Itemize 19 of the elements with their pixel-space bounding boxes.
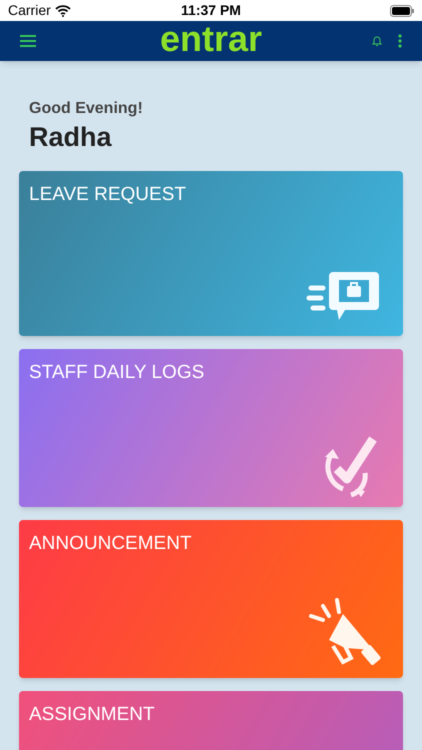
module-card[interactable]: LEAVE REQUEST: [19, 170, 403, 336]
module-card[interactable]: STAFF DAILY LOGS: [19, 348, 403, 507]
battery-icon: [390, 4, 414, 16]
wifi-icon: [54, 4, 71, 16]
module-card[interactable]: ANNOUNCEMENT: [19, 520, 403, 678]
module-card[interactable]: ASSIGNMENT: [19, 690, 403, 750]
status-time: 11:37 PM: [180, 1, 242, 20]
card-title: ASSIGNMENT: [29, 702, 156, 726]
app-logo: entrar: [158, 21, 264, 61]
user-name: Radha: [29, 121, 113, 154]
menu-icon[interactable]: [20, 34, 36, 48]
card-title: LEAVE REQUEST: [29, 182, 187, 206]
card-title: ANNOUNCEMENT: [29, 532, 193, 556]
more-options-icon[interactable]: [398, 34, 402, 48]
card-title: STAFF DAILY LOGS: [29, 360, 206, 384]
greeting-text: Good Evening!: [29, 99, 144, 119]
carrier-label: Carrier: [8, 1, 51, 20]
megaphone-icon: [307, 598, 383, 668]
bell-icon[interactable]: [372, 35, 382, 47]
